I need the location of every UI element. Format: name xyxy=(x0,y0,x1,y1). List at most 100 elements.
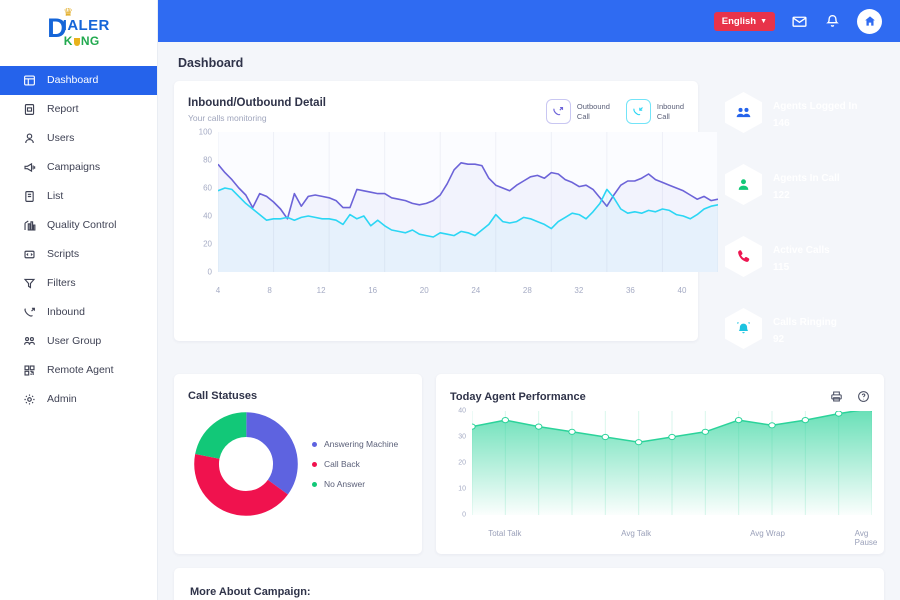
x-tick: Avg Wrap xyxy=(750,529,785,538)
sidebar-item-list[interactable]: List xyxy=(0,182,157,211)
sidebar-item-dashboard[interactable]: Dashboard xyxy=(0,66,157,95)
stat-card-active-calls[interactable]: Active Calls 115 xyxy=(712,225,884,288)
x-tick: 32 xyxy=(574,286,584,295)
x-tick: 24 xyxy=(471,286,481,295)
sidebar-item-label: User Group xyxy=(47,335,102,348)
sidebar-item-label: Report xyxy=(47,103,79,116)
x-axis-labels: Total Talk Avg Talk Avg Wrap Avg Pause xyxy=(472,529,877,547)
list-icon xyxy=(22,190,36,204)
y-tick: 0 xyxy=(462,511,466,519)
page-title: Dashboard xyxy=(178,56,244,70)
legend-label: Inbound Call xyxy=(656,102,684,121)
sidebar-item-inbound[interactable]: Inbound xyxy=(0,298,157,327)
sidebar-item-scripts[interactable]: Scripts xyxy=(0,240,157,269)
agent-performance-card: Today Agent Performance 0 10 20 30 40 Total … xyxy=(436,374,884,554)
donut-chart xyxy=(194,412,298,516)
x-tick: 40 xyxy=(677,286,687,295)
legend-item[interactable]: No Answer xyxy=(312,479,398,489)
language-selector[interactable]: English ▼ xyxy=(713,11,775,31)
sidebar-item-report[interactable]: Report xyxy=(0,95,157,124)
y-tick: 80 xyxy=(203,155,212,165)
legend-inbound-call[interactable]: Inbound Call xyxy=(625,99,684,124)
stat-value: 146 xyxy=(773,118,790,129)
inbound-outbound-card: Inbound/Outbound Detail Your calls monit… xyxy=(174,81,718,341)
card-subtitle: Your calls monitoring xyxy=(188,113,267,123)
area-chart: 0 10 20 30 40 Total Talk Avg Talk Avg Wrap Avg … xyxy=(450,407,877,548)
area-chart-svg xyxy=(472,411,872,515)
x-tick: Total Talk xyxy=(488,529,522,538)
logo-text-king: K NG xyxy=(63,35,110,47)
card-title: More About Campaign: xyxy=(190,586,311,598)
sidebar-nav: Dashboard Report Users Campaigns List Qu… xyxy=(0,62,157,414)
x-tick: 28 xyxy=(522,286,532,295)
sidebar-item-label: Campaigns xyxy=(47,161,101,174)
topbar: English ▼ xyxy=(158,0,900,42)
chart-legend: Outbound Call Inbound Call xyxy=(545,97,684,124)
sidebar-item-users[interactable]: Users xyxy=(0,124,157,153)
stat-card-agents-in-call[interactable]: Agents In Call 122 xyxy=(712,153,884,216)
chart-bars-icon xyxy=(22,219,36,233)
sidebar-item-admin[interactable]: Admin xyxy=(0,385,157,414)
stat-label: Agents Logged In xyxy=(773,101,858,112)
donut-chart-svg xyxy=(194,412,298,516)
legend-label: Call Back xyxy=(324,459,360,469)
printer-icon[interactable] xyxy=(830,390,843,403)
stat-cards: Agents Logged In 146 Agents In Call 122 xyxy=(712,81,884,360)
stat-label: Active Calls xyxy=(773,245,830,256)
x-tick: 12 xyxy=(316,286,326,295)
sidebar-item-remote-agent[interactable]: Remote Agent xyxy=(0,356,157,385)
logo-text-dialer: IALER xyxy=(62,17,110,34)
logo[interactable]: ♛ D IALER K NG xyxy=(0,0,157,62)
sidebar-item-label: Quality Control xyxy=(47,219,117,232)
report-icon xyxy=(22,103,36,117)
home-button[interactable] xyxy=(857,8,882,34)
dashboard-row-1: Inbound/Outbound Detail Your calls monit… xyxy=(174,81,884,360)
bell-icon[interactable] xyxy=(824,13,841,30)
x-tick: 8 xyxy=(267,286,272,295)
call-statuses-card: Call Statuses Answering Machine Call Bac… xyxy=(174,374,422,554)
legend-outbound-call[interactable]: Outbound Call xyxy=(545,99,610,124)
legend-item[interactable]: Call Back xyxy=(312,459,398,469)
y-tick: 40 xyxy=(203,211,212,221)
sidebar-item-label: Dashboard xyxy=(47,74,99,87)
sidebar-item-label: Users xyxy=(47,132,75,145)
x-tick: 20 xyxy=(419,286,429,295)
dashboard-icon xyxy=(22,74,36,88)
y-tick: 30 xyxy=(458,433,466,441)
x-tick: Avg Pause xyxy=(854,529,878,547)
stat-card-calls-ringing[interactable]: Calls Ringing 92 xyxy=(712,297,884,360)
y-tick: 60 xyxy=(203,183,212,193)
y-tick: 20 xyxy=(203,239,212,249)
sidebar-item-user-group[interactable]: User Group xyxy=(0,327,157,356)
y-axis-labels: 0 10 20 30 40 xyxy=(450,407,466,519)
sidebar-item-campaigns[interactable]: Campaigns xyxy=(0,153,157,182)
dashboard-row-2: Call Statuses Answering Machine Call Bac… xyxy=(174,374,884,554)
x-tick: 16 xyxy=(368,286,378,295)
legend-label: No Answer xyxy=(324,479,366,489)
logo-king-post: NG xyxy=(80,34,100,48)
gear-icon xyxy=(22,393,36,407)
sidebar-item-label: Remote Agent xyxy=(47,364,114,377)
sidebar-item-label: Admin xyxy=(47,393,77,406)
megaphone-icon xyxy=(22,161,36,175)
user-headset-icon xyxy=(725,164,762,205)
legend-dot xyxy=(312,441,317,447)
app-root: ♛ D IALER K NG Dashboard Report Users Ca… xyxy=(0,0,900,600)
envelope-icon[interactable] xyxy=(791,13,808,30)
legend-item[interactable]: Answering Machine xyxy=(312,439,398,449)
bell-ringing-icon xyxy=(725,308,762,349)
x-tick: 4 xyxy=(215,286,221,295)
chevron-down-icon: ▼ xyxy=(760,17,767,25)
remote-agent-icon xyxy=(22,364,36,378)
sidebar-item-filters[interactable]: Filters xyxy=(0,269,157,298)
stat-card-agents-logged-in[interactable]: Agents Logged In 146 xyxy=(712,81,884,144)
phone-outgoing-icon xyxy=(545,99,571,124)
legend-dot xyxy=(312,461,317,467)
users-group-icon xyxy=(725,92,762,133)
language-label: English xyxy=(721,15,757,27)
help-circle-icon[interactable] xyxy=(857,390,870,403)
card-title: Today Agent Performance xyxy=(450,390,586,403)
sidebar-item-quality-control[interactable]: Quality Control xyxy=(0,211,157,240)
y-tick: 40 xyxy=(458,407,466,415)
phone-icon xyxy=(725,236,762,277)
